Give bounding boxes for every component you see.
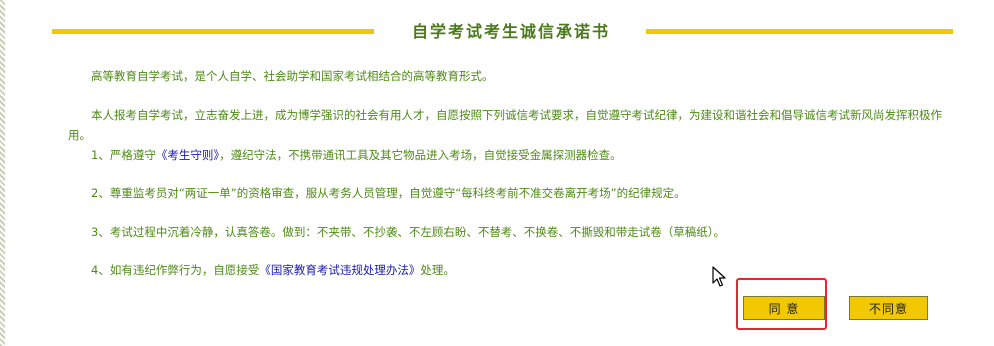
rule-item-4: 4、如有违纪作弊行为，自愿接受《国家教育考试违规处理办法》处理。 [91,260,455,280]
disagree-button[interactable]: 不同意 [849,296,928,320]
left-border-decoration [0,0,5,346]
rule-item-4-text-after: 处理。 [420,263,455,277]
mouse-pointer-icon [712,266,726,287]
rule-item-1-text-before: 1、严格遵守 [91,148,156,162]
intro-paragraph: 高等教育自学考试，是个人自学、社会助学和国家考试相结合的高等教育形式。 [91,69,494,83]
rule-item-1-text-after: ，遵纪守法，不携带通讯工具及其它物品进入考场，自觉接受金属探测器检查。 [219,148,622,162]
violation-rules-link[interactable]: 《国家教育考试违规处理办法》 [259,263,420,277]
title-bar: 自学考试考生诚信承诺书 [0,20,994,44]
rule-item-1: 1、严格遵守《考生守则》，遵纪守法，不携带通讯工具及其它物品进入考场，自觉接受金… [91,145,622,165]
rule-item-3: 3、考试过程中沉着冷静，认真答卷。做到：不夹带、不抄袭、不左顾右盼、不替考、不换… [91,225,726,239]
rule-item-4-text-before: 4、如有违纪作弊行为，自愿接受 [91,263,260,277]
rule-item-2: 2、尊重监考员对“两证一单”的资格审查，服从考务人员管理，自觉遵守“每科终考前不… [91,186,686,200]
title-divider-right [646,29,953,34]
exam-rules-link[interactable]: 《考生守则》 [156,148,219,162]
pledge-paragraph: 本人报考自学考试，立志奋发上进，成为博学强识的社会有用人才，自愿按照下列诚信考试… [68,108,942,142]
title-divider-left [52,29,374,34]
page-title: 自学考试考生诚信承诺书 [411,22,610,41]
agree-button[interactable]: 同 意 [743,296,825,320]
